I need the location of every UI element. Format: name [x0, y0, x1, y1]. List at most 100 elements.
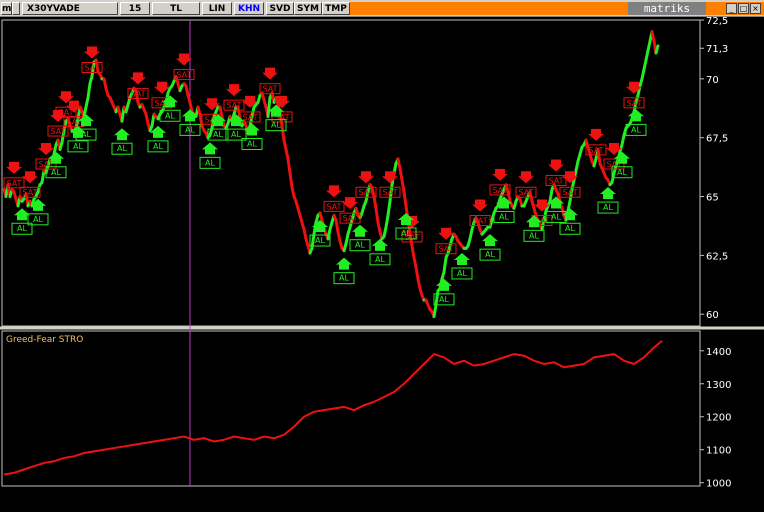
- buy-label: AL: [81, 130, 91, 139]
- sell-arrow: [326, 185, 342, 198]
- buy-label: AL: [33, 215, 43, 224]
- menu-button[interactable]: m: [1, 2, 12, 15]
- price-segment: [402, 190, 408, 208]
- indicator-tick-label: 1200: [706, 413, 731, 424]
- sym-button[interactable]: SYM: [294, 2, 322, 15]
- sell-arrow: [382, 171, 398, 184]
- sell-signal: SAT: [515, 171, 537, 198]
- indicator-tick-label: 1400: [706, 347, 731, 358]
- period-button[interactable]: 15: [120, 2, 150, 15]
- buy-arrow: [336, 257, 352, 270]
- buy-signal: AL: [597, 187, 619, 214]
- buy-label: AL: [439, 295, 449, 304]
- sell-arrow: [262, 67, 278, 80]
- sell-signal: SAT: [585, 128, 607, 156]
- sell-label: SAT: [549, 176, 564, 185]
- buy-label: AL: [631, 125, 641, 134]
- time-axis-bar: [0, 488, 764, 512]
- indicator-tick-label: 1100: [706, 446, 731, 457]
- buy-label: AL: [153, 142, 163, 151]
- indicator-title: Greed-Fear STRO: [6, 335, 83, 345]
- price-segment: [548, 187, 554, 203]
- buy-signal: AL: [451, 252, 473, 280]
- sell-arrow: [358, 171, 374, 184]
- buy-label: AL: [247, 140, 257, 149]
- chart-area: SATSATSATSATSATSATSATSATSATSATSATSATSATS…: [0, 17, 764, 512]
- buy-label: AL: [73, 142, 83, 151]
- sell-label: SAT: [519, 188, 534, 197]
- sell-arrow: [518, 171, 534, 184]
- buy-label: AL: [117, 144, 127, 153]
- brand-logo: matriks: [628, 2, 706, 15]
- buy-signal: AL: [11, 208, 33, 235]
- sell-signal: SAT: [3, 161, 25, 189]
- sell-label: SAT: [7, 179, 22, 188]
- buy-label: AL: [205, 158, 215, 167]
- buy-arrow: [600, 187, 616, 200]
- sell-signal: SAT: [127, 72, 149, 99]
- khn-button[interactable]: KHN: [234, 2, 264, 15]
- buy-label: AL: [499, 212, 509, 221]
- sell-signal: SAT: [223, 84, 245, 111]
- price-segment: [288, 171, 294, 189]
- sell-label: SAT: [67, 118, 82, 127]
- sell-label: SAT: [23, 188, 38, 197]
- price-tick-label: 72,5: [706, 17, 728, 27]
- symbol-field[interactable]: X30YVADE: [22, 2, 118, 15]
- svd-button[interactable]: SVD: [266, 2, 294, 15]
- sell-signal: SAT: [489, 168, 511, 196]
- buy-label: AL: [529, 231, 539, 240]
- currency-button[interactable]: TL: [152, 2, 200, 15]
- sell-label: SAT: [359, 188, 374, 197]
- sell-label: SAT: [563, 188, 578, 197]
- maximize-icon[interactable]: □: [738, 3, 749, 14]
- buy-label: AL: [551, 212, 561, 221]
- buy-label: AL: [603, 203, 613, 212]
- buy-label: AL: [485, 250, 495, 259]
- buy-label: AL: [375, 255, 385, 264]
- sell-arrow: [472, 199, 488, 212]
- sell-label: SAT: [243, 113, 258, 122]
- price-segment: [372, 195, 378, 210]
- buy-arrow: [482, 234, 498, 247]
- buy-label: AL: [457, 269, 467, 278]
- menu-toggle-button[interactable]: [12, 2, 20, 15]
- price-segment: [86, 82, 92, 100]
- price-panel-frame: [1, 19, 701, 327]
- buy-signal: AL: [479, 234, 501, 261]
- sell-label: SAT: [131, 89, 146, 98]
- close-icon[interactable]: ×: [750, 3, 761, 14]
- price-tick-label: 71,3: [706, 44, 728, 55]
- sell-label: SAT: [473, 216, 488, 225]
- price-segment: [374, 206, 380, 224]
- sell-label: SAT: [51, 127, 66, 136]
- buy-label: AL: [565, 224, 575, 233]
- sell-signal: SAT: [81, 46, 103, 73]
- price-tick-label: 62,5: [706, 251, 728, 262]
- buy-arrow: [454, 252, 470, 265]
- buy-arrow: [352, 224, 368, 237]
- buy-label: AL: [165, 111, 175, 120]
- sell-arrow: [84, 46, 100, 59]
- price-tick-label: 67,5: [706, 134, 728, 145]
- sell-label: SAT: [327, 202, 342, 211]
- buy-label: AL: [315, 236, 325, 245]
- buy-label: AL: [271, 121, 281, 130]
- sell-label: SAT: [589, 146, 604, 155]
- price-tick-label: 60: [706, 310, 719, 321]
- sell-arrow: [6, 161, 22, 174]
- price-segment: [442, 256, 448, 274]
- buy-signal: AL: [199, 142, 221, 169]
- buy-label: AL: [213, 130, 223, 139]
- buy-signal: AL: [333, 257, 355, 285]
- sell-arrow: [548, 159, 564, 172]
- tmp-button[interactable]: TMP: [322, 2, 350, 15]
- buy-label: AL: [231, 130, 241, 139]
- sell-signal: SAT: [259, 67, 281, 95]
- price-tick-label: 65: [706, 193, 719, 204]
- minimize-icon[interactable]: _: [726, 3, 737, 14]
- sell-label: SAT: [383, 188, 398, 197]
- sell-arrow: [38, 143, 54, 155]
- buy-label: AL: [17, 224, 27, 233]
- scale-button[interactable]: LIN: [202, 2, 232, 15]
